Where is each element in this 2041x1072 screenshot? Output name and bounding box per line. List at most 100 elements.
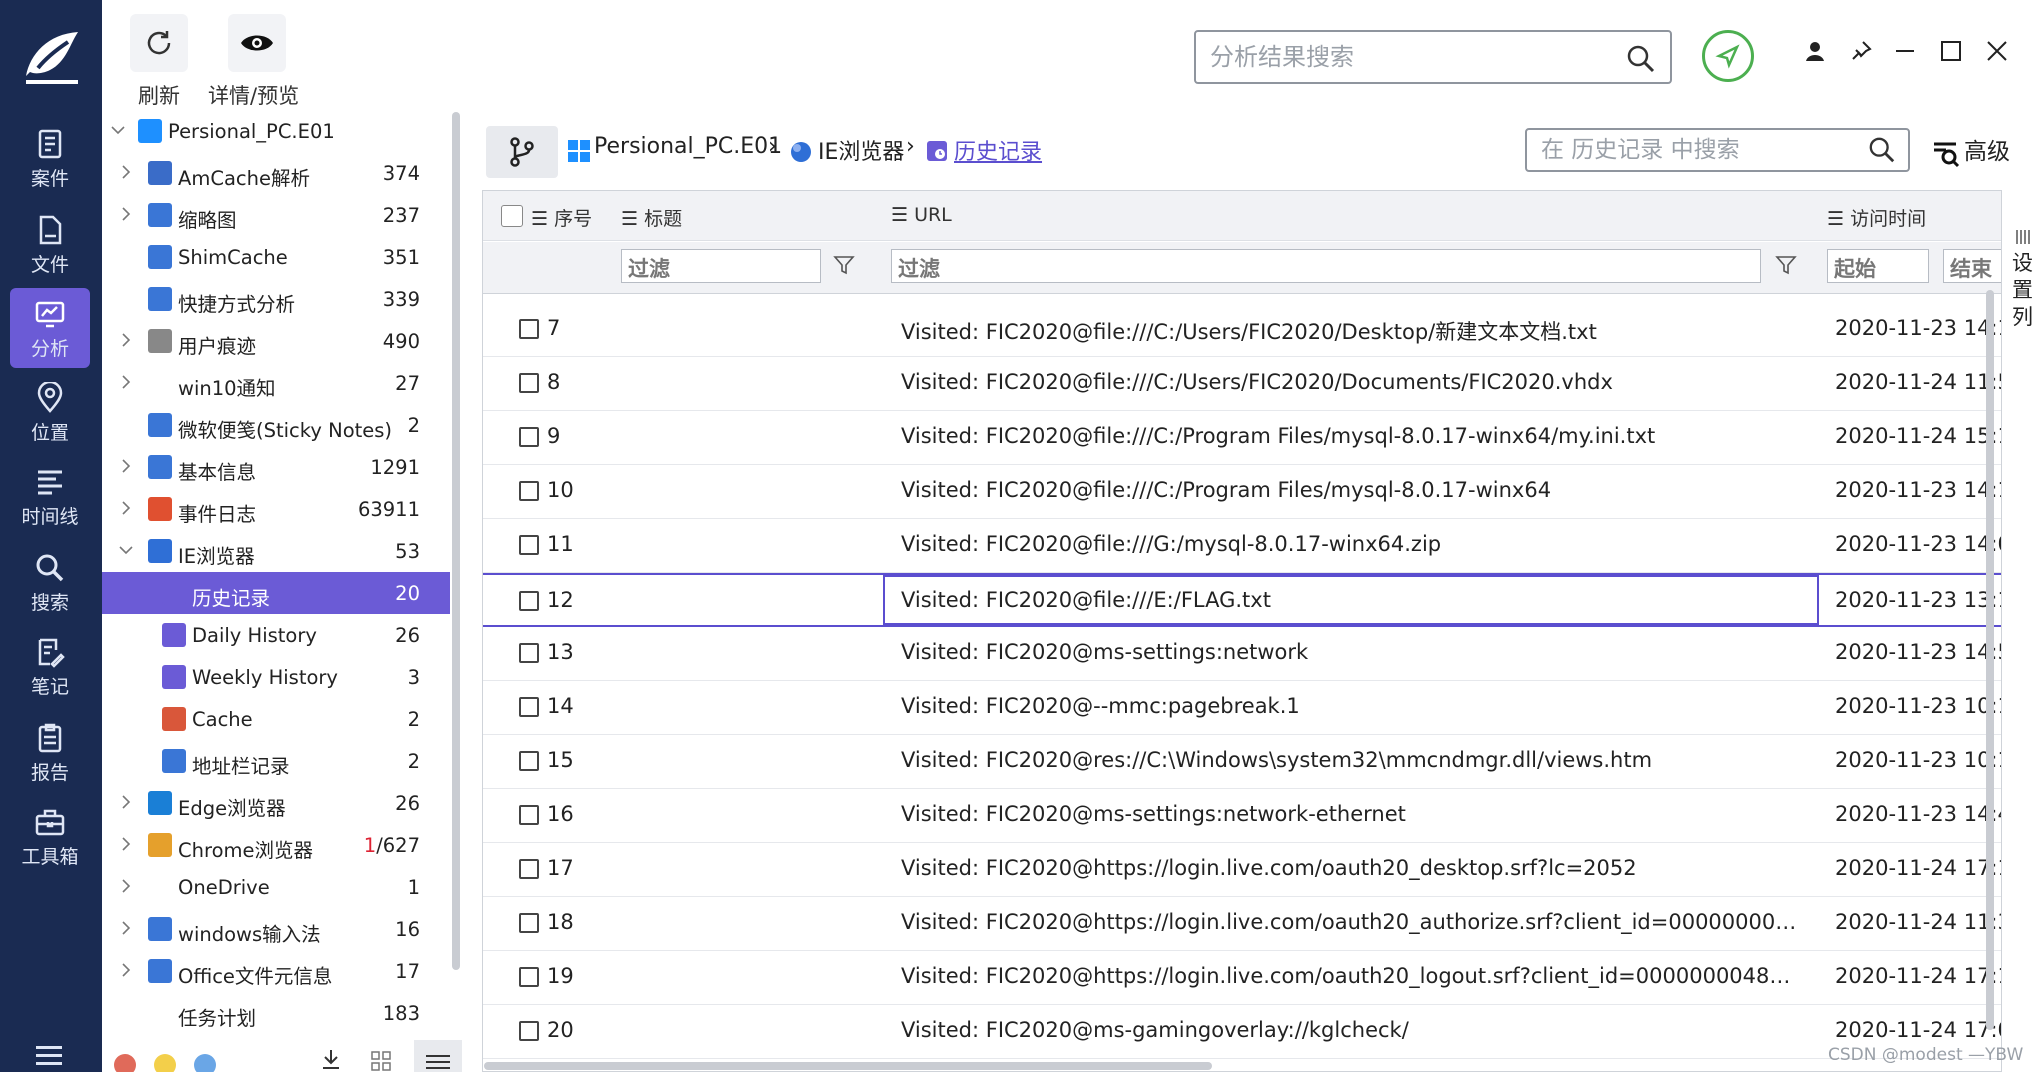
tree-item[interactable]: Persional_PC.E01 xyxy=(102,110,450,152)
download-icon[interactable] xyxy=(320,1048,342,1070)
chevron-down-icon[interactable] xyxy=(118,542,134,558)
row-checkbox[interactable] xyxy=(519,697,539,717)
table-row[interactable]: 17 Visited: FIC2020@https://login.live.co… xyxy=(483,843,2001,897)
branch-button[interactable] xyxy=(486,126,558,178)
row-checkbox[interactable] xyxy=(519,319,539,339)
list-view-button[interactable] xyxy=(414,1040,462,1072)
table-row[interactable]: 18 Visited: FIC2020@https://login.live.co… xyxy=(483,897,2001,951)
chevron-right-icon[interactable] xyxy=(118,458,134,474)
table-row[interactable]: 7 Visited: FIC2020@file:///C:/Users/FIC20… xyxy=(483,303,2001,357)
row-checkbox[interactable] xyxy=(519,481,539,501)
nav-item-case[interactable]: 案件 xyxy=(10,118,90,198)
nav-item-search[interactable]: 搜索 xyxy=(10,542,90,622)
red-dot-icon[interactable] xyxy=(114,1054,136,1072)
pin-icon[interactable] xyxy=(1850,40,1872,62)
row-checkbox[interactable] xyxy=(519,535,539,555)
table-row[interactable]: 16 Visited: FIC2020@ms-settings:network-e… xyxy=(483,789,2001,843)
row-checkbox[interactable] xyxy=(519,427,539,447)
breadcrumb-current[interactable]: 历史记录 xyxy=(954,134,1042,166)
chevron-right-icon[interactable] xyxy=(118,500,134,516)
nav-item-report[interactable]: 报告 xyxy=(10,712,90,792)
status-shield-icon[interactable] xyxy=(1702,30,1754,82)
chevron-right-icon[interactable] xyxy=(118,374,134,390)
table-row[interactable]: 19 Visited: FIC2020@https://login.live.co… xyxy=(483,951,2001,1005)
tree-item[interactable]: AmCache解析 374 xyxy=(102,152,450,194)
tree-item[interactable]: win10通知 27 xyxy=(102,362,450,404)
row-checkbox[interactable] xyxy=(519,1021,539,1041)
table-horizontal-scrollbar[interactable] xyxy=(484,1062,1212,1070)
row-checkbox[interactable] xyxy=(519,591,539,611)
url-filter-input[interactable]: 过滤 xyxy=(891,249,1761,283)
breadcrumb-root[interactable]: Persional_PC.E01 xyxy=(594,134,782,159)
table-row[interactable]: 11 Visited: FIC2020@file:///G:/mysql-8.0.… xyxy=(483,519,2001,573)
minimize-icon[interactable] xyxy=(1894,40,1916,62)
row-checkbox[interactable] xyxy=(519,643,539,663)
tree-item[interactable]: Edge浏览器 26 xyxy=(102,782,450,824)
row-checkbox[interactable] xyxy=(519,373,539,393)
tree-scrollbar[interactable] xyxy=(452,112,460,970)
history-search-input[interactable] xyxy=(1541,136,1861,164)
history-search-box[interactable] xyxy=(1525,128,1910,172)
tree-item[interactable]: OneDrive 1 xyxy=(102,866,450,908)
analysis-search-input[interactable] xyxy=(1210,41,1610,73)
col-header-title[interactable]: ☰ 标题 xyxy=(621,204,682,231)
advanced-search-button[interactable]: 高级 xyxy=(1930,132,2010,168)
filter-icon[interactable] xyxy=(1775,254,1797,276)
tree-item[interactable]: Chrome浏览器 1/627 xyxy=(102,824,450,866)
search-icon[interactable] xyxy=(1868,136,1896,164)
time-start-input[interactable]: 起始 xyxy=(1827,249,1929,283)
tree-item[interactable]: 地址栏记录 2 xyxy=(102,740,450,782)
chevron-right-icon[interactable] xyxy=(118,332,134,348)
yellow-dot-icon[interactable] xyxy=(154,1054,176,1072)
col-header-no[interactable]: ☰ 序号 xyxy=(531,204,592,231)
chevron-right-icon[interactable] xyxy=(118,878,134,894)
breadcrumb-parent[interactable]: IE浏览器 xyxy=(818,134,904,166)
title-filter-input[interactable]: 过滤 xyxy=(621,249,821,283)
blue-dot-icon[interactable] xyxy=(194,1054,216,1072)
tree-item[interactable]: 缩略图 237 xyxy=(102,194,450,236)
row-checkbox[interactable] xyxy=(519,913,539,933)
tree-item[interactable]: ShimCache 351 xyxy=(102,236,450,278)
tree-item[interactable]: 基本信息 1291 xyxy=(102,446,450,488)
filter-icon[interactable] xyxy=(833,254,855,276)
chevron-right-icon[interactable] xyxy=(118,836,134,852)
close-icon[interactable] xyxy=(1986,40,2008,62)
tree-item[interactable]: 历史记录 20 xyxy=(102,572,450,614)
chevron-right-icon[interactable] xyxy=(118,794,134,810)
table-vertical-scrollbar[interactable] xyxy=(1986,290,1994,1030)
nav-item-file[interactable]: 文件 xyxy=(10,204,90,284)
refresh-button[interactable]: 刷新 xyxy=(130,14,188,110)
tree-item[interactable]: Cache 2 xyxy=(102,698,450,740)
tree-item[interactable]: 任务计划 183 xyxy=(102,992,450,1034)
table-row[interactable]: 8 Visited: FIC2020@file:///C:/Users/FIC20… xyxy=(483,357,2001,411)
nav-item-location[interactable]: 位置 xyxy=(10,372,90,452)
table-row[interactable]: 10 Visited: FIC2020@file:///C:/Program Fi… xyxy=(483,465,2001,519)
chevron-right-icon[interactable] xyxy=(118,920,134,936)
chevron-down-icon[interactable] xyxy=(110,122,126,138)
nav-item-note[interactable]: 笔记 xyxy=(10,626,90,706)
row-checkbox[interactable] xyxy=(519,967,539,987)
tree-item[interactable]: 微软便笺(Sticky Notes) 2 xyxy=(102,404,450,446)
row-checkbox[interactable] xyxy=(519,805,539,825)
hamburger-menu-icon[interactable] xyxy=(36,1046,62,1070)
grid-view-icon[interactable] xyxy=(370,1050,392,1072)
nav-item-timeline[interactable]: 时间线 xyxy=(10,456,90,536)
table-row[interactable]: 12 Visited: FIC2020@file:///E:/FLAG.txt 20… xyxy=(483,573,2001,627)
tree-item[interactable]: windows输入法 16 xyxy=(102,908,450,950)
select-all-checkbox[interactable] xyxy=(501,205,523,227)
maximize-icon[interactable] xyxy=(1940,40,1962,62)
analysis-search-box[interactable] xyxy=(1194,30,1672,84)
table-row[interactable]: 15 Visited: FIC2020@res://C:\Windows\syst… xyxy=(483,735,2001,789)
table-row[interactable]: 9 Visited: FIC2020@file:///C:/Program Fil… xyxy=(483,411,2001,465)
chevron-right-icon[interactable] xyxy=(118,206,134,222)
detail-preview-button[interactable]: 详情/预览 xyxy=(208,14,299,110)
time-end-input[interactable]: 结束 xyxy=(1943,249,2001,283)
user-icon[interactable] xyxy=(1804,40,1826,62)
set-columns-button[interactable]: 设置列 xyxy=(2004,190,2041,350)
col-header-url[interactable]: ☰ URL xyxy=(891,204,952,226)
table-row[interactable]: 13 Visited: FIC2020@ms-settings:network 20… xyxy=(483,627,2001,681)
search-icon[interactable] xyxy=(1626,44,1656,74)
tree-item[interactable]: IE浏览器 53 xyxy=(102,530,450,572)
row-checkbox[interactable] xyxy=(519,859,539,879)
chevron-right-icon[interactable] xyxy=(118,962,134,978)
